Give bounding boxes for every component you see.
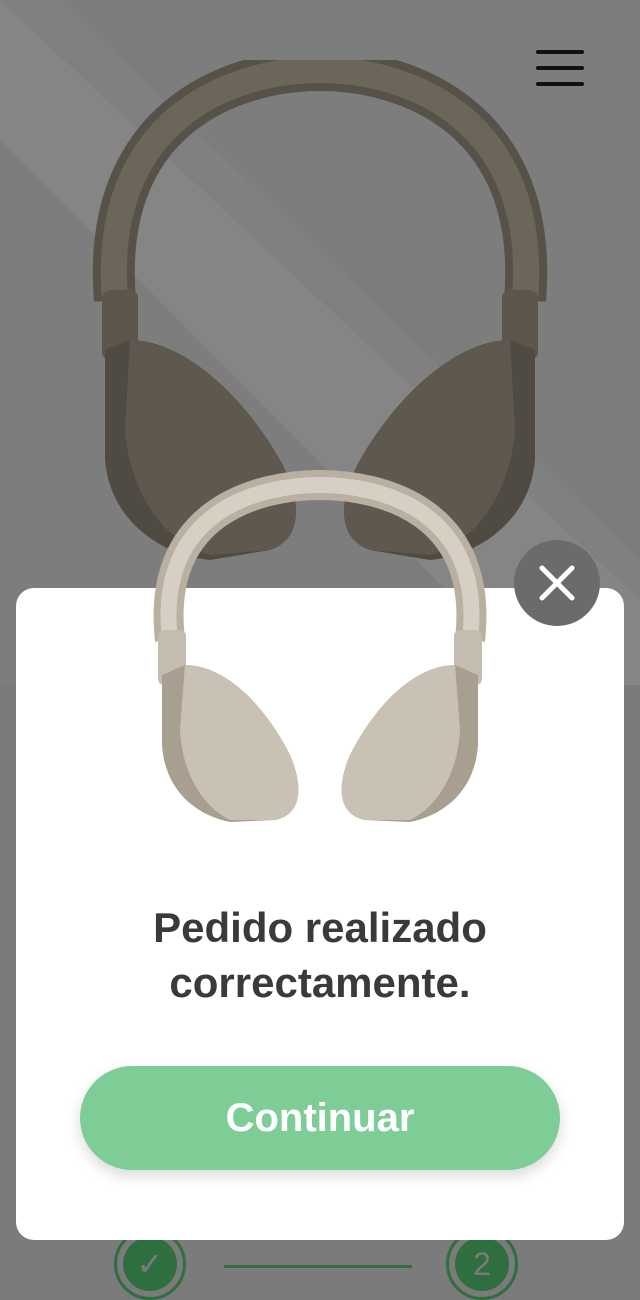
product-image-beige-headphones [153,470,487,822]
step-2-label: 2 [455,1237,509,1291]
menu-button[interactable] [530,46,586,90]
hamburger-line [536,66,584,70]
close-icon [539,565,575,601]
success-message-line2: correctamente. [169,959,471,1006]
success-message: Pedido realizado correctamente. [16,900,624,1010]
hamburger-menu-icon [536,50,584,54]
hamburger-line [536,82,584,86]
check-icon: ✓ [123,1237,177,1291]
continue-button[interactable]: Continuar [80,1066,560,1170]
step-connector [224,1265,412,1268]
close-button[interactable] [514,540,600,626]
success-message-line1: Pedido realizado [153,904,487,951]
